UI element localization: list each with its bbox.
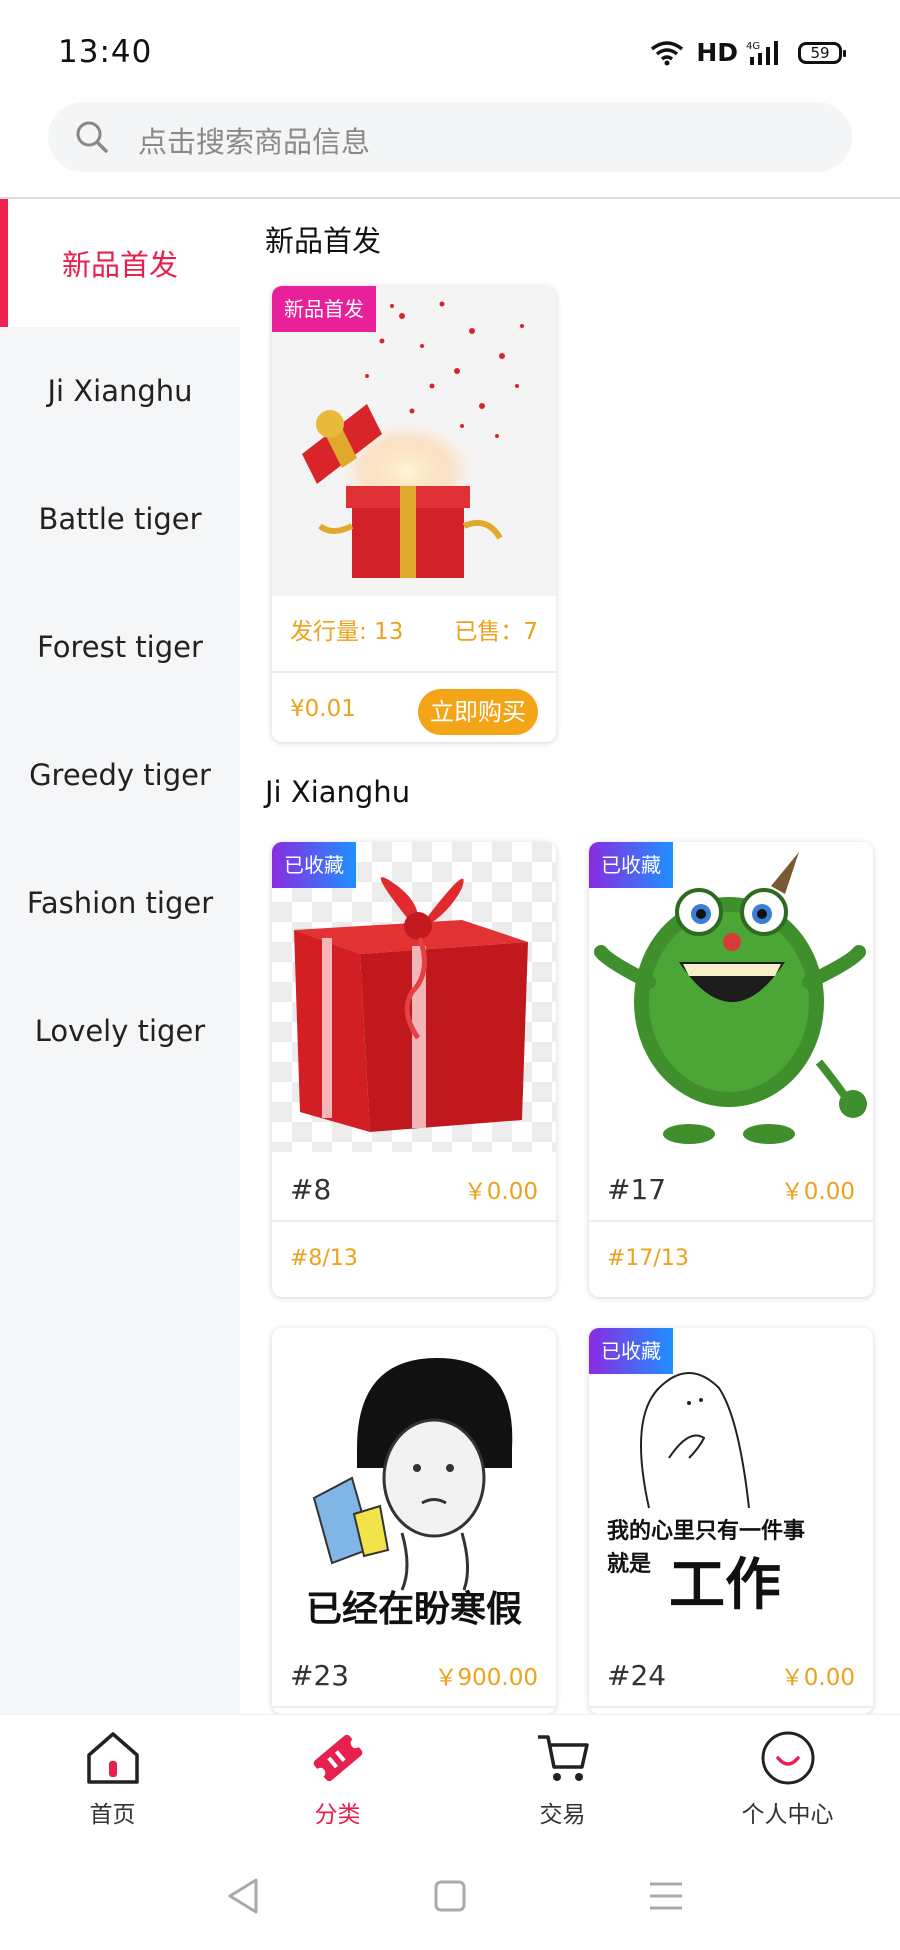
token-image: 我的心里只有一件事 就是 工作 已收藏 <box>589 1328 873 1638</box>
sold-count: 已售：7 <box>454 619 538 645</box>
tab-profile-label: 个人中心 <box>741 1802 834 1828</box>
product-stats-row: 发行量: 13 已售：7 <box>272 612 556 646</box>
sidebar-item-forest-tiger[interactable]: Forest tiger <box>0 583 240 711</box>
token-image: 已收藏 <box>272 842 556 1152</box>
back-icon[interactable] <box>214 1866 274 1926</box>
tab-category-label: 分类 <box>314 1802 361 1828</box>
tab-home[interactable]: 首页 <box>0 1715 225 1845</box>
meme-text-big: 工作 <box>669 1553 781 1618</box>
token-name: #17 <box>607 1172 667 1206</box>
card-divider <box>589 1220 873 1222</box>
sidebar-item-lovely-tiger[interactable]: Lovely tiger <box>0 967 240 1095</box>
svg-text:4G: 4G <box>746 41 760 52</box>
section-title-ji-xianghu: Ji Xianghu <box>265 775 411 809</box>
product-card[interactable]: 新品首发 发行量: 13 已售：7 ¥0.01 立即购买 <box>272 286 556 742</box>
token-name: #23 <box>290 1658 350 1692</box>
new-release-badge: 新品首发 <box>272 286 376 332</box>
token-info-row: #8 ￥0.00 <box>272 1172 556 1206</box>
search-icon <box>76 121 108 153</box>
home-icon <box>87 1732 139 1784</box>
bottom-tab-bar: 首页 分类 交易 个人中心 <box>0 1714 900 1844</box>
category-sidebar: 新品首发 Ji Xianghu Battle tiger Forest tige… <box>0 199 240 1714</box>
collected-badge: 已收藏 <box>589 842 673 888</box>
collected-badge: 已收藏 <box>272 842 356 888</box>
token-image: 已经在盼寒假 <box>272 1328 556 1638</box>
status-time: 13:40 <box>58 34 153 70</box>
token-card[interactable]: 已经在盼寒假 #23 ￥900.00 <box>272 1328 556 1714</box>
product-price: ¥0.01 <box>290 696 356 722</box>
wifi-icon <box>651 40 684 65</box>
meme-text-line2: 就是 <box>607 1552 652 1577</box>
meme-caption: 已经在盼寒假 <box>305 1589 522 1630</box>
token-card[interactable]: 已收藏 #8 ￥0.00 #8/13 <box>272 842 556 1297</box>
network-type-label: HD <box>696 38 738 67</box>
token-info-row: #23 ￥900.00 <box>272 1658 556 1692</box>
sidebar-item-greedy-tiger[interactable]: Greedy tiger <box>0 711 240 839</box>
card-divider <box>272 1220 556 1222</box>
battery-icon: 59 <box>798 41 846 64</box>
tab-trade[interactable]: 交易 <box>450 1715 675 1845</box>
buy-now-button[interactable]: 立即购买 <box>418 689 538 735</box>
search-input[interactable]: 点击搜索商品信息 <box>48 102 852 172</box>
card-divider <box>272 1706 556 1708</box>
product-image: 新品首发 <box>272 286 556 596</box>
tab-category[interactable]: 分类 <box>225 1715 450 1845</box>
category-ticket-icon <box>313 1734 363 1782</box>
collected-badge: 已收藏 <box>589 1328 673 1374</box>
token-edition: #8/13 <box>290 1246 358 1271</box>
card-divider <box>589 1706 873 1708</box>
system-nav-bar <box>0 1844 900 1950</box>
tab-home-label: 首页 <box>89 1802 136 1828</box>
tab-profile[interactable]: 个人中心 <box>675 1715 900 1845</box>
token-card[interactable]: 已收藏 #17 ￥0.00 #17/13 <box>589 842 873 1297</box>
home-nav-icon[interactable] <box>420 1866 480 1926</box>
smile-profile-icon <box>761 1731 815 1785</box>
token-price: ￥0.00 <box>780 1665 855 1691</box>
red-gift-box-image <box>294 877 528 1132</box>
token-name: #24 <box>607 1658 667 1692</box>
token-price: ￥900.00 <box>434 1665 538 1691</box>
tab-trade-label: 交易 <box>539 1802 586 1828</box>
card-divider <box>272 671 556 673</box>
status-bar: 13:40 HD 4G 59 <box>0 0 900 100</box>
sidebar-item-new-release[interactable]: 新品首发 <box>0 199 240 327</box>
issued-count: 发行量: 13 <box>290 619 404 645</box>
search-placeholder: 点击搜索商品信息 <box>138 125 371 159</box>
signal-4g-icon: 4G <box>746 40 778 65</box>
token-price: ￥0.00 <box>780 1179 855 1205</box>
sidebar-item-fashion-tiger[interactable]: Fashion tiger <box>0 839 240 967</box>
green-monster-image <box>594 852 867 1144</box>
token-info-row: #24 ￥0.00 <box>589 1658 873 1692</box>
token-name: #8 <box>290 1172 332 1206</box>
section-title-new-release: 新品首发 <box>265 224 382 258</box>
token-edition: #17/13 <box>607 1246 689 1271</box>
sidebar-item-battle-tiger[interactable]: Battle tiger <box>0 455 240 583</box>
gift-box-confetti-image <box>302 301 524 578</box>
token-card[interactable]: 我的心里只有一件事 就是 工作 已收藏 #24 ￥0.00 <box>589 1328 873 1714</box>
token-info-row: #17 ￥0.00 <box>589 1172 873 1206</box>
app-screen: 13:40 HD 4G 59 点击搜索商品信息 新品首发 Ji Xianghu … <box>0 0 900 1950</box>
token-price: ￥0.00 <box>463 1179 538 1205</box>
menu-icon[interactable] <box>636 1866 696 1926</box>
status-icons: HD 4G 59 <box>650 38 846 67</box>
sidebar-item-ji-xianghu[interactable]: Ji Xianghu <box>0 327 240 455</box>
token-image: 已收藏 <box>589 842 873 1152</box>
cart-icon <box>538 1735 589 1781</box>
